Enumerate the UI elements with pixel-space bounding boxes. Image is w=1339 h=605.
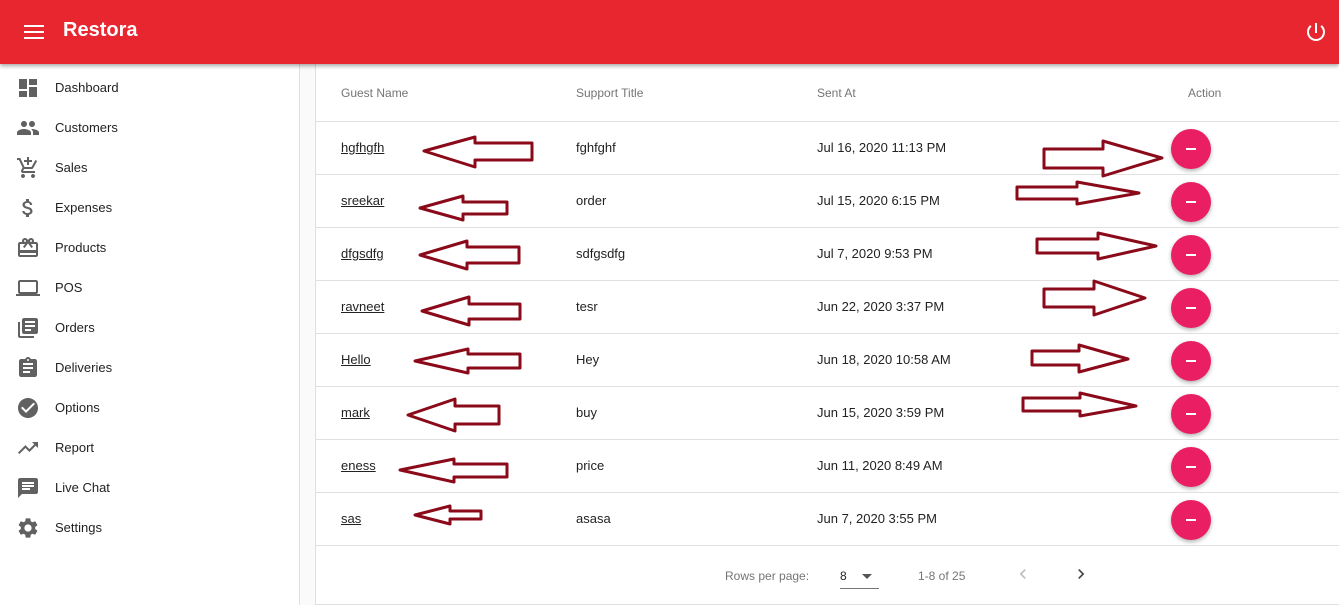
sent-at: Jun 7, 2020 3:55 PM	[817, 511, 937, 526]
sidebar: Dashboard Customers Sales Expenses Produ…	[0, 64, 300, 605]
sent-at: Jul 15, 2020 6:15 PM	[817, 193, 940, 208]
cart-add-icon	[17, 157, 38, 178]
sidebar-item-products[interactable]: Products	[0, 228, 299, 268]
guest-name-link[interactable]: sas	[341, 511, 361, 526]
delete-button[interactable]	[1171, 341, 1211, 381]
sidebar-item-label: Options	[55, 400, 100, 415]
gift-card-icon	[18, 238, 38, 257]
table-row: Hello Hey Jun 18, 2020 10:58 AM	[316, 333, 1339, 387]
support-title: fghfghf	[576, 140, 616, 155]
sent-at: Jun 22, 2020 3:37 PM	[817, 299, 945, 314]
header-sent-at: Sent At	[817, 86, 856, 100]
guest-name-link[interactable]: dfgsdfg	[341, 246, 384, 261]
sidebar-item-deliveries[interactable]: Deliveries	[0, 348, 299, 388]
app-title: Restora	[63, 19, 138, 41]
check-circle-icon	[18, 398, 38, 418]
guest-name-link[interactable]: hgfhgfh	[341, 140, 384, 155]
power-icon[interactable]	[1304, 20, 1328, 44]
delete-button[interactable]	[1171, 182, 1211, 222]
guest-name-link[interactable]: Hello	[341, 352, 371, 367]
sidebar-item-label: Settings	[55, 520, 102, 535]
table-row: eness price Jun 11, 2020 8:49 AM	[316, 439, 1339, 493]
sidebar-item-label: POS	[55, 280, 83, 295]
page-range: 1-8 of 25	[918, 569, 966, 583]
support-title: buy	[576, 405, 597, 420]
table-row: hgfhgfh fghfghf Jul 16, 2020 11:13 PM	[316, 121, 1339, 175]
guest-name-link[interactable]: eness	[341, 458, 376, 473]
rows-per-page-label: Rows per page:	[725, 569, 810, 583]
caret-down-icon	[862, 574, 872, 579]
sent-at: Jul 7, 2020 9:53 PM	[817, 246, 933, 261]
sidebar-item-customers[interactable]: Customers	[0, 108, 299, 148]
table-row: sas asasa Jun 7, 2020 3:55 PM	[316, 492, 1339, 546]
sidebar-item-label: Products	[55, 240, 107, 255]
delete-button[interactable]	[1171, 447, 1211, 487]
header-action: Action	[1188, 86, 1222, 100]
app-bar: Restora	[0, 0, 1339, 64]
sidebar-item-settings[interactable]: Settings	[0, 508, 299, 548]
delete-button[interactable]	[1171, 288, 1211, 328]
dollar-icon	[22, 199, 33, 217]
chevron-right-icon[interactable]	[1071, 564, 1091, 584]
sidebar-item-live-chat[interactable]: Live Chat	[0, 468, 299, 508]
pagination: Rows per page: 8 1-8 of 25	[316, 545, 1339, 605]
gear-icon	[18, 518, 38, 538]
delete-button[interactable]	[1171, 500, 1211, 540]
table-row: ravneet tesr Jun 22, 2020 3:37 PM	[316, 280, 1339, 334]
trending-up-icon	[18, 442, 38, 454]
sidebar-item-label: Report	[55, 440, 95, 455]
sidebar-item-orders[interactable]: Orders	[0, 308, 299, 348]
sidebar-item-label: Live Chat	[55, 480, 110, 495]
header-support-title: Support Title	[576, 86, 644, 100]
guest-name-link[interactable]: mark	[341, 405, 370, 420]
chevron-left-icon[interactable]	[1013, 564, 1033, 584]
laptop-icon	[16, 280, 40, 296]
sidebar-item-sales[interactable]: Sales	[0, 148, 299, 188]
guest-name-link[interactable]: sreekar	[341, 193, 384, 208]
delete-button[interactable]	[1171, 235, 1211, 275]
chat-icon	[18, 478, 38, 498]
dashboard-icon	[19, 79, 37, 97]
sidebar-item-expenses[interactable]: Expenses	[0, 188, 299, 228]
sidebar-item-label: Dashboard	[55, 80, 119, 95]
guest-name-link[interactable]: ravneet	[341, 299, 384, 314]
library-books-icon	[18, 318, 38, 338]
sent-at: Jun 11, 2020 8:49 AM	[817, 458, 943, 473]
sidebar-item-dashboard[interactable]: Dashboard	[0, 68, 299, 108]
support-title: order	[576, 193, 607, 208]
sent-at: Jun 18, 2020 10:58 AM	[817, 352, 951, 367]
support-title: tesr	[576, 299, 598, 314]
header-guest-name: Guest Name	[341, 86, 409, 100]
delete-button[interactable]	[1171, 129, 1211, 169]
support-table: Guest Name Support Title Sent At Action …	[315, 64, 1339, 605]
sidebar-item-label: Expenses	[55, 200, 113, 215]
sidebar-item-report[interactable]: Report	[0, 428, 299, 468]
table-row: dfgsdfg sdfgsdfg Jul 7, 2020 9:53 PM	[316, 227, 1339, 281]
sidebar-item-label: Orders	[55, 320, 95, 335]
sidebar-item-label: Sales	[55, 160, 88, 175]
support-title: Hey	[576, 352, 600, 367]
rows-per-page-value: 8	[840, 569, 847, 583]
sent-at: Jun 15, 2020 3:59 PM	[817, 405, 945, 420]
delete-button[interactable]	[1171, 394, 1211, 434]
sent-at: Jul 16, 2020 11:13 PM	[817, 140, 947, 155]
sidebar-item-label: Customers	[55, 120, 118, 135]
sidebar-item-pos[interactable]: POS	[0, 268, 299, 308]
sidebar-item-options[interactable]: Options	[0, 388, 299, 428]
table-row: sreekar order Jul 15, 2020 6:15 PM	[316, 174, 1339, 228]
rows-per-page-select[interactable]: 8	[840, 562, 879, 589]
sidebar-item-label: Deliveries	[55, 360, 113, 375]
support-title: asasa	[576, 511, 611, 526]
people-icon	[17, 121, 39, 135]
table-row: mark buy Jun 15, 2020 3:59 PM	[316, 386, 1339, 440]
menu-icon[interactable]	[22, 22, 46, 42]
support-title: price	[576, 458, 605, 473]
clipboard-icon	[19, 357, 37, 377]
support-title: sdfgsdfg	[576, 246, 626, 261]
